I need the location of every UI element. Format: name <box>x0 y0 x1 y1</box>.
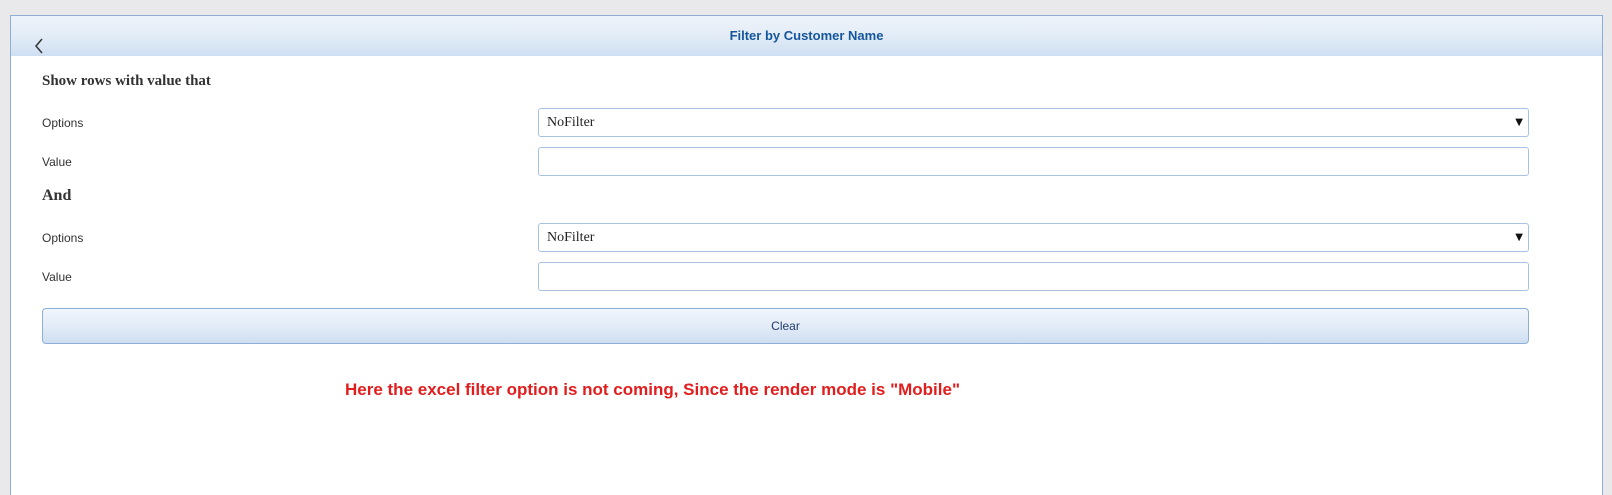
dialog-header: Filter by Customer Name <box>11 16 1602 56</box>
annotation-note: Here the excel filter option is not comi… <box>345 380 961 399</box>
value-input-1[interactable] <box>538 147 1529 176</box>
and-heading: And <box>42 187 72 204</box>
options-label-2: Options <box>42 231 84 245</box>
options-select-2[interactable]: NoFilter ▼ <box>538 223 1529 252</box>
options-select-2-value: NoFilter <box>547 230 595 245</box>
value-input-2[interactable] <box>538 262 1529 291</box>
value-label-1: Value <box>42 155 72 169</box>
dialog-title: Filter by Customer Name <box>729 28 884 43</box>
section-heading: Show rows with value that <box>42 73 211 89</box>
dropdown-arrow-icon: ▼ <box>1515 117 1523 128</box>
dropdown-arrow-icon: ▼ <box>1515 232 1523 243</box>
clear-button[interactable]: Clear <box>42 308 1529 344</box>
value-label-2: Value <box>42 270 72 284</box>
options-select-1[interactable]: NoFilter ▼ <box>538 108 1529 137</box>
options-label-1: Options <box>42 116 84 130</box>
filter-dialog: Filter by Customer Name Show rows with v… <box>10 15 1603 495</box>
options-select-1-value: NoFilter <box>547 115 595 130</box>
